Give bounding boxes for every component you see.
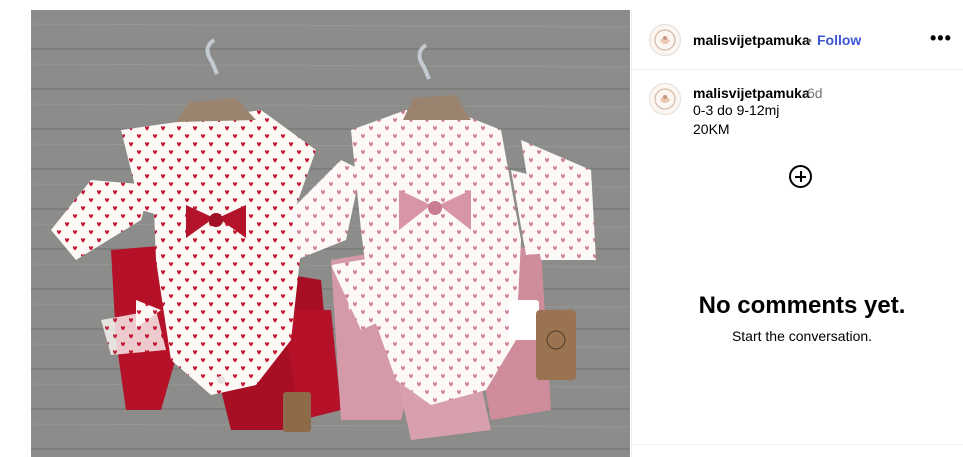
no-comments-title: No comments yet. [698, 292, 906, 319]
header-username[interactable]: malisvijetpamuka [693, 32, 810, 48]
post-viewer: malisvijetpamuka • Follow ••• malisvijet… [0, 0, 963, 457]
baby-clothes-photo [31, 10, 630, 457]
caption-text-line: 0-3 do 9-12mj [693, 102, 780, 118]
separator-dot: • [807, 32, 812, 48]
post-header: malisvijetpamuka • Follow ••• [632, 10, 963, 70]
more-options-icon[interactable]: ••• [930, 28, 952, 49]
caption-username[interactable]: malisvijetpamuka [693, 85, 810, 101]
caption-avatar[interactable] [649, 83, 681, 115]
caption-text-line: 20KM [693, 121, 730, 137]
caption-timestamp[interactable]: 6d [807, 85, 823, 101]
logo-avatar-icon [654, 29, 676, 51]
follow-button[interactable]: Follow [817, 32, 861, 48]
logo-avatar-icon [654, 88, 676, 110]
post-photo[interactable] [31, 10, 630, 457]
post-side-panel: malisvijetpamuka • Follow ••• malisvijet… [631, 10, 963, 457]
start-conversation-text: Start the conversation. [731, 328, 873, 344]
plus-circle-icon[interactable] [789, 165, 812, 188]
profile-avatar[interactable] [649, 24, 681, 56]
divider [632, 444, 963, 445]
